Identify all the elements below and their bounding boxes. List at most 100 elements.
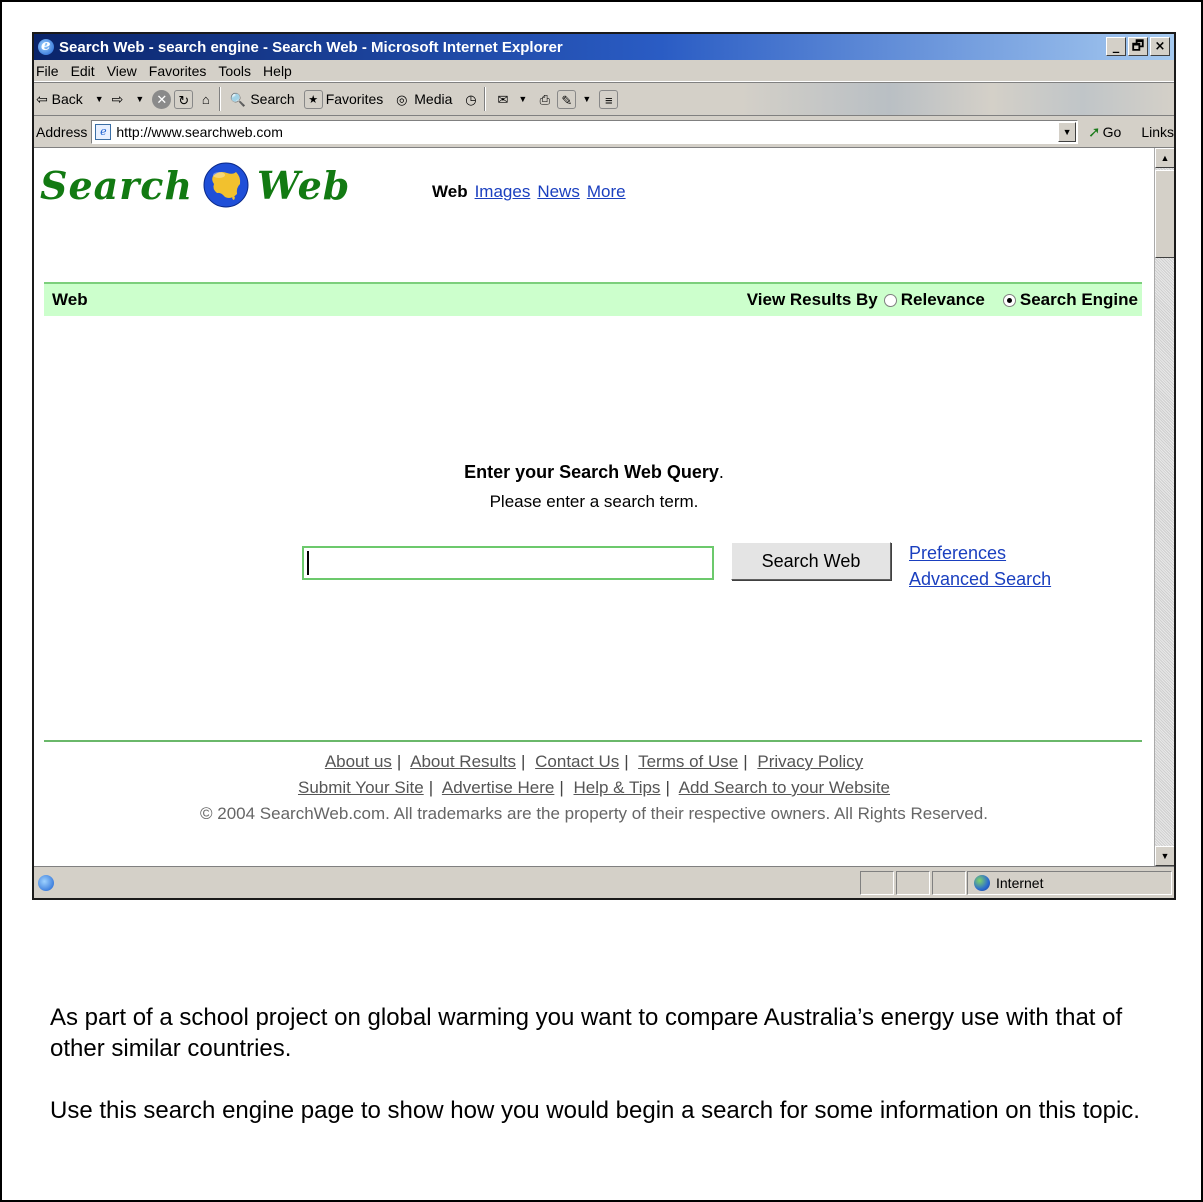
preferences-link[interactable]: Preferences <box>909 540 1051 566</box>
back-label: Back <box>51 91 83 107</box>
menu-favorites[interactable]: Favorites <box>149 63 207 79</box>
status-pane <box>860 871 894 895</box>
relevance-radio[interactable] <box>883 293 897 307</box>
page-viewport: Search Web Web Images News More Web View… <box>34 148 1154 866</box>
relevance-label: Relevance <box>900 290 985 309</box>
query-heading: Enter your Search Web Query. <box>34 462 1154 483</box>
task-instructions: As part of a school project on global wa… <box>50 1002 1160 1157</box>
back-arrow-icon: ⇦ <box>36 90 48 107</box>
history-icon[interactable]: ◷ <box>461 90 480 109</box>
media-icon: ◎ <box>396 91 408 107</box>
search-icon: 🔍 <box>229 91 246 107</box>
forward-button[interactable]: ⇨ <box>112 91 124 108</box>
submit-site-link[interactable]: Submit Your Site <box>298 778 424 797</box>
scroll-thumb[interactable] <box>1155 170 1174 258</box>
back-dropdown-icon[interactable]: ▼ <box>95 94 104 104</box>
footer-divider <box>44 740 1142 742</box>
minimize-button[interactable]: _ <box>1106 37 1126 56</box>
search-button-toolbar[interactable]: 🔍 Search <box>228 90 295 109</box>
favorites-button[interactable]: ★ Favorites <box>303 89 384 109</box>
advertise-link[interactable]: Advertise Here <box>442 778 554 797</box>
nav-more[interactable]: More <box>587 182 626 202</box>
help-tips-link[interactable]: Help & Tips <box>574 778 661 797</box>
standard-toolbar: ⇦ Back ▼ ⇨ ▼ ✕ ↻ ⌂ 🔍 Search ★ Favorites ◎ M… <box>34 82 1174 116</box>
mail-icon[interactable]: ✉ <box>493 90 512 109</box>
site-logo[interactable]: Search Web <box>40 162 350 208</box>
go-button[interactable]: ➚ Go <box>1088 123 1121 141</box>
about-results-link[interactable]: About Results <box>410 752 516 771</box>
privacy-policy-link[interactable]: Privacy Policy <box>757 752 863 771</box>
media-label: Media <box>414 91 453 107</box>
status-bar: Internet <box>34 866 1174 898</box>
top-nav: Web Images News More <box>432 182 626 202</box>
page-status-icon <box>38 874 54 891</box>
status-pane <box>932 871 966 895</box>
internet-globe-icon <box>974 875 990 891</box>
search-options-links: Preferences Advanced Search <box>909 540 1051 592</box>
instruction-paragraph-2: Use this search engine page to show how … <box>50 1097 1140 1124</box>
window-title: Search Web - search engine - Search Web … <box>59 38 563 56</box>
logo-text-right: Web <box>257 162 351 208</box>
terms-of-use-link[interactable]: Terms of Use <box>638 752 738 771</box>
menu-help[interactable]: Help <box>263 63 292 79</box>
text-caret <box>307 551 309 575</box>
advanced-search-link[interactable]: Advanced Search <box>909 566 1051 592</box>
close-button[interactable]: × <box>1150 37 1170 56</box>
search-engine-radio[interactable] <box>1002 293 1016 307</box>
forward-dropdown-icon[interactable]: ▼ <box>135 94 144 104</box>
footer-links-row-1: About us | About Results | Contact Us | Ter… <box>324 752 864 771</box>
query-subtitle: Please enter a search term. <box>489 492 699 511</box>
address-value: http://www.searchweb.com <box>116 123 283 140</box>
status-pane <box>896 871 930 895</box>
restore-button[interactable]: 🗗 <box>1128 37 1148 56</box>
stop-icon[interactable]: ✕ <box>152 89 172 109</box>
search-input[interactable] <box>302 546 714 580</box>
print-icon[interactable]: ⎙ <box>535 90 554 109</box>
menu-file[interactable]: File <box>36 63 59 79</box>
home-icon[interactable]: ⌂ <box>196 90 215 109</box>
scroll-up-button[interactable]: ▲ <box>1155 148 1174 168</box>
address-dropdown-icon[interactable]: ▼ <box>1058 121 1077 142</box>
footer-links-row-2: Submit Your Site | Advertise Here | Help &… <box>297 778 891 797</box>
add-search-link[interactable]: Add Search to your Website <box>679 778 890 797</box>
address-field[interactable]: e http://www.searchweb.com ▼ <box>91 119 1079 144</box>
vertical-scrollbar[interactable]: ▲ ▼ <box>1154 148 1174 866</box>
query-heading-text: Enter your Search Web Query <box>464 462 719 482</box>
refresh-icon[interactable]: ↻ <box>174 89 194 109</box>
toolbar-separator <box>219 87 222 111</box>
back-button[interactable]: ⇦ Back <box>36 91 83 108</box>
favorites-label: Favorites <box>325 91 384 107</box>
mail-dropdown-icon[interactable]: ▼ <box>518 94 527 104</box>
nav-images[interactable]: Images <box>475 182 531 202</box>
edit-icon[interactable]: ✎ <box>557 89 577 109</box>
links-button[interactable]: Links <box>1141 124 1174 140</box>
menu-view[interactable]: View <box>107 63 137 79</box>
about-us-link[interactable]: About us <box>325 752 392 771</box>
title-bar[interactable]: Search Web - search engine - Search Web … <box>34 34 1174 60</box>
menu-bar: File Edit View Favorites Tools Help <box>34 60 1174 82</box>
menu-tools[interactable]: Tools <box>218 63 251 79</box>
menu-edit[interactable]: Edit <box>71 63 95 79</box>
address-label: Address <box>36 123 88 140</box>
section-label: Web <box>52 290 88 309</box>
edit-dropdown-icon[interactable]: ▼ <box>582 94 591 104</box>
view-results-by: View Results By Relevance Search Engine <box>747 290 1138 310</box>
globe-icon <box>203 162 249 208</box>
ie-logo-icon <box>38 36 54 55</box>
address-bar: Address e http://www.searchweb.com ▼ ➚ Go… <box>34 116 1174 148</box>
go-arrow-icon: ➚ <box>1088 123 1101 141</box>
forward-arrow-icon: ⇨ <box>111 90 124 107</box>
nav-web: Web <box>432 182 468 201</box>
discuss-icon[interactable]: ≡ <box>599 89 619 109</box>
search-label: Search <box>250 91 295 107</box>
results-bar: Web View Results By Relevance Search Eng… <box>44 282 1142 316</box>
nav-news[interactable]: News <box>537 182 580 202</box>
scroll-down-button[interactable]: ▼ <box>1155 846 1174 866</box>
favorites-icon: ★ <box>303 89 323 109</box>
media-button[interactable]: ◎ Media <box>392 90 452 109</box>
page-icon: e <box>95 123 112 140</box>
go-label: Go <box>1102 123 1122 140</box>
search-web-button[interactable]: Search Web <box>731 542 891 580</box>
contact-us-link[interactable]: Contact Us <box>535 752 619 771</box>
toolbar-separator <box>484 87 487 111</box>
